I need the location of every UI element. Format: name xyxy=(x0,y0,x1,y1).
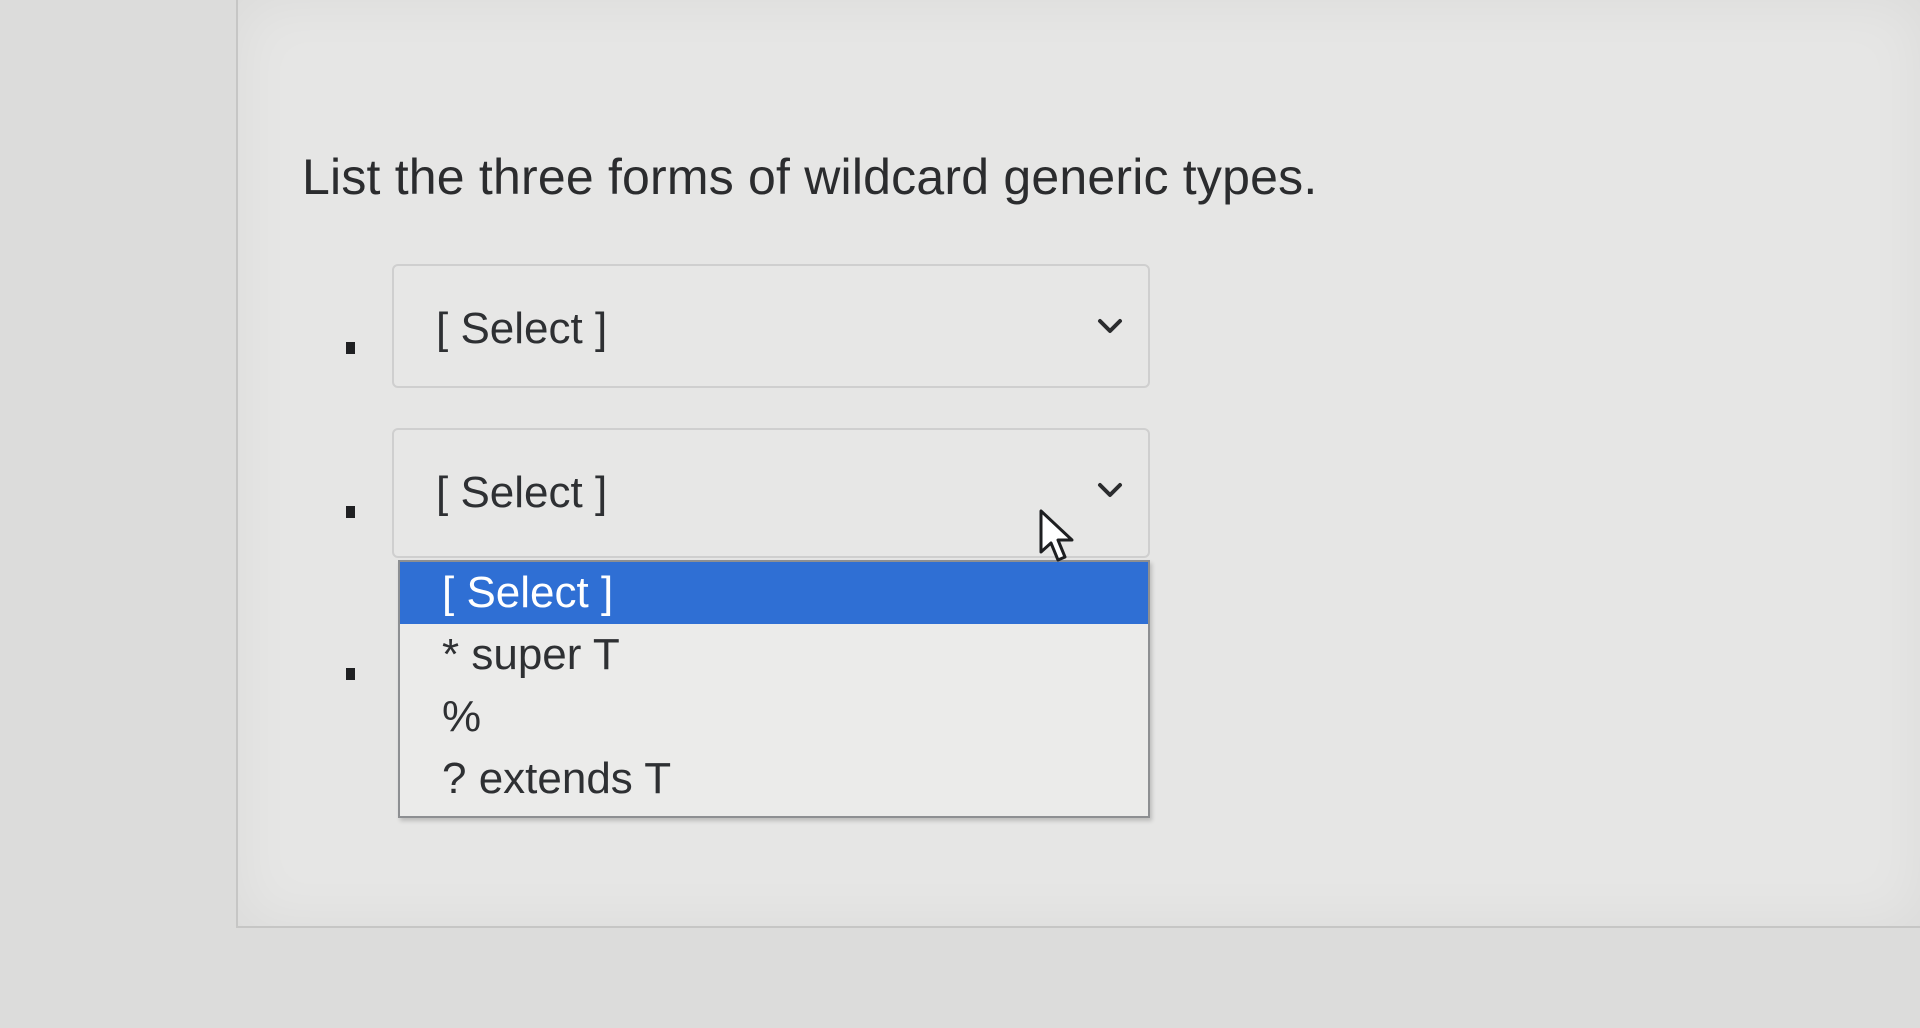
chevron-down-icon xyxy=(1098,319,1122,333)
dropdown-option[interactable]: ? extends T xyxy=(400,748,1148,810)
list-bullet-3 xyxy=(346,668,355,680)
list-bullet-2 xyxy=(346,506,355,518)
dropdown-option[interactable]: [ Select ] xyxy=(400,562,1148,624)
list-bullet-1 xyxy=(346,342,355,354)
answer-select-1[interactable]: [ Select ] xyxy=(392,264,1150,388)
select-value: [ Select ] xyxy=(436,304,608,353)
chevron-down-icon xyxy=(1098,483,1122,497)
dropdown-option[interactable]: * super T xyxy=(400,624,1148,686)
answer-select-2[interactable]: [ Select ] xyxy=(392,428,1150,558)
select-value: [ Select ] xyxy=(436,468,608,517)
dropdown-option[interactable]: % xyxy=(400,686,1148,748)
mouse-pointer-icon xyxy=(1039,509,1074,562)
question-text: List the three forms of wildcard generic… xyxy=(302,149,1318,205)
dropdown-options-list[interactable]: [ Select ] * super T % ? extends T xyxy=(398,560,1150,818)
